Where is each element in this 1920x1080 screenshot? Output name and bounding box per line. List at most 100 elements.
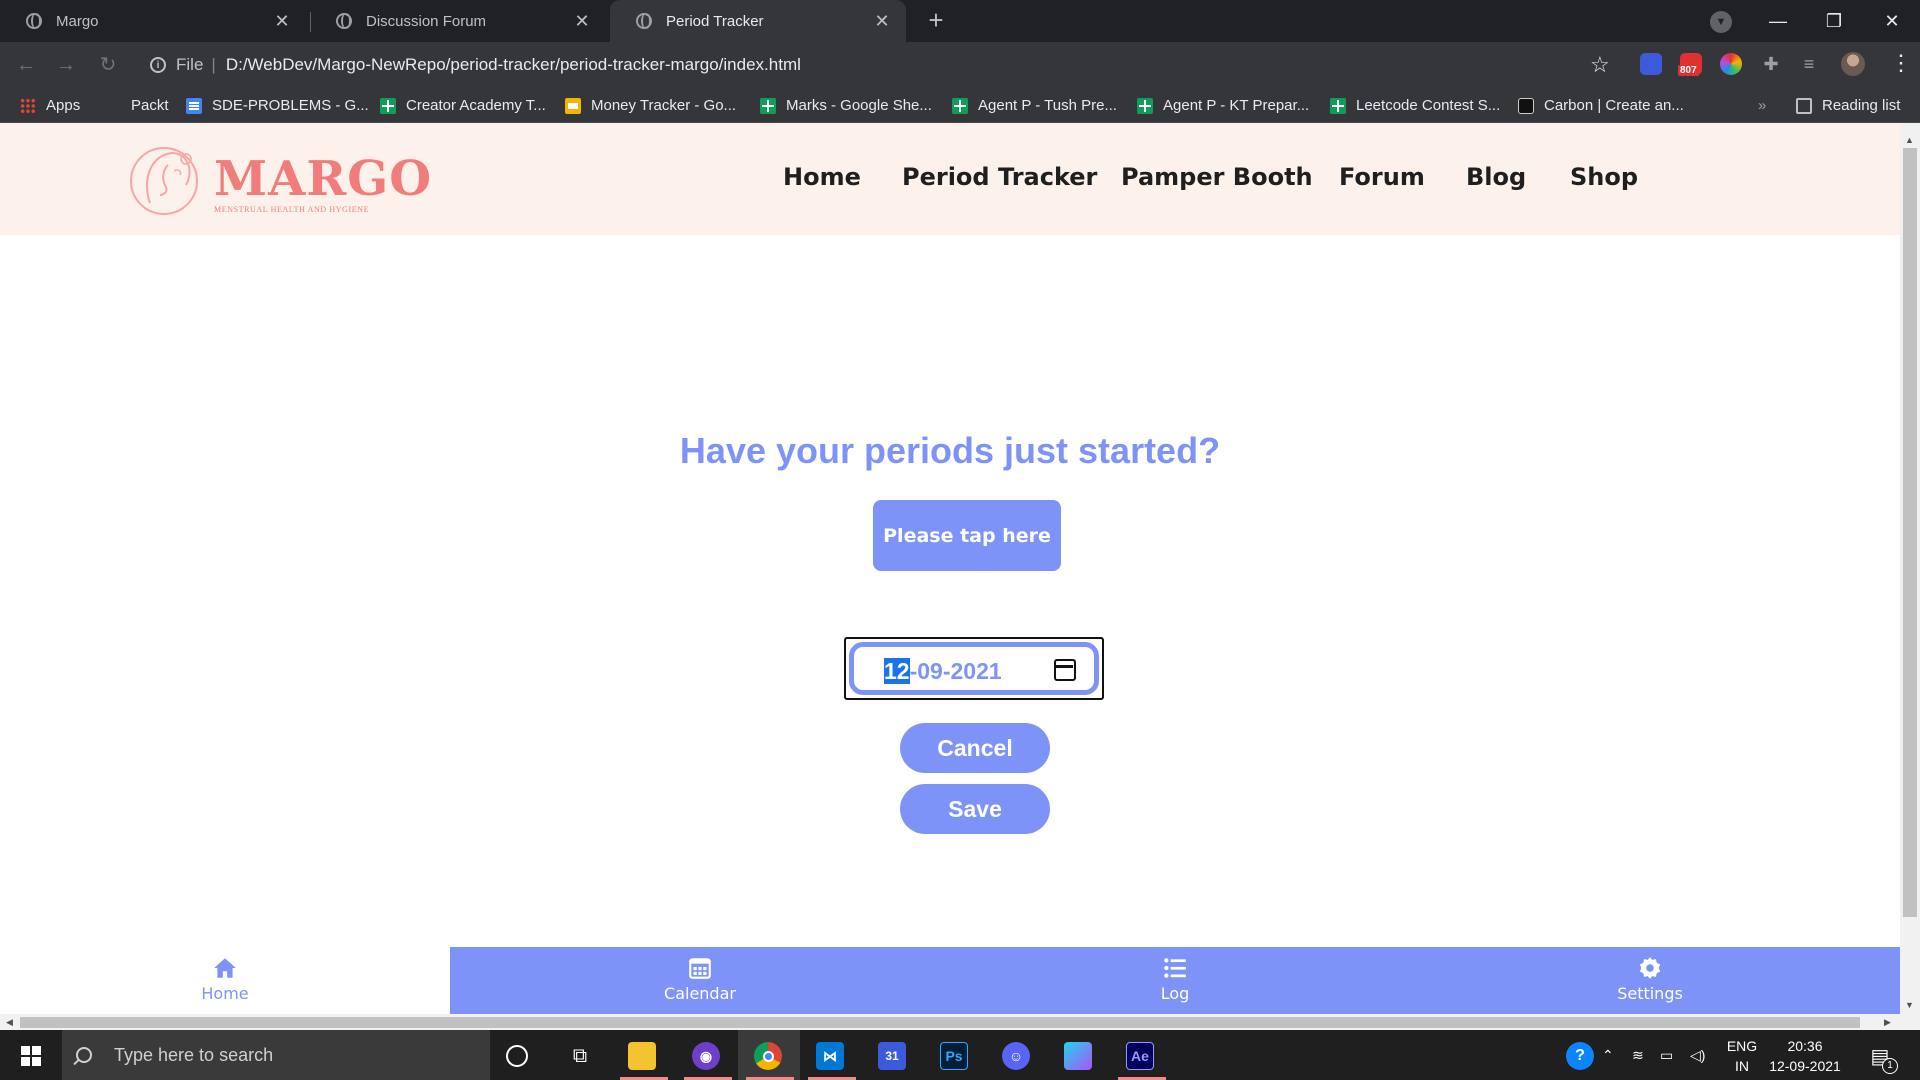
wifi-icon[interactable]: ≋	[1632, 1030, 1644, 1080]
date-rest-segment[interactable]: -09-2021	[910, 658, 1002, 684]
help-icon[interactable]: ?	[1566, 1042, 1594, 1070]
minimize-icon[interactable]: —	[1750, 0, 1806, 42]
restore-icon[interactable]: ❐	[1806, 0, 1862, 42]
google-sheets-icon	[760, 97, 776, 114]
bookmark-marks[interactable]: Marks - Google She...	[760, 88, 932, 123]
bookmark-leetcode-contest[interactable]: Leetcode Contest S...	[1330, 88, 1500, 123]
bookmark-apps[interactable]: Apps	[20, 88, 80, 123]
photoshop-icon[interactable]: Ps	[940, 1042, 968, 1070]
save-button[interactable]: Save	[900, 784, 1050, 834]
bookmark-label: Packt	[131, 97, 169, 114]
google-sheets-icon	[1330, 97, 1346, 114]
language-indicator[interactable]: ENG IN	[1722, 1036, 1762, 1076]
profile-avatar[interactable]	[1841, 52, 1865, 76]
nav-forum[interactable]: Forum	[1339, 163, 1425, 191]
close-tab-icon[interactable]: ✕	[872, 11, 892, 32]
nav-shop[interactable]: Shop	[1570, 163, 1638, 191]
color-picker-extension-icon[interactable]	[1720, 53, 1742, 75]
bottom-tab-label: Settings	[1617, 984, 1683, 1003]
logo-tagline: MENSTRUAL HEALTH AND HYGIENE	[214, 205, 370, 214]
bookmarks-bar: Apps Packt SDE-PROBLEMS - G... Creator A…	[0, 88, 1920, 123]
browser-tab-margo[interactable]: Margo ✕	[0, 0, 306, 42]
bookmark-carbon[interactable]: Carbon | Create an...	[1518, 88, 1684, 123]
browser-menu-icon[interactable]: ⋮	[1890, 50, 1912, 76]
vscode-icon[interactable]: ⋈	[816, 1042, 844, 1070]
nav-pamper-booth[interactable]: Pamper Booth	[1121, 163, 1313, 191]
cortana-icon[interactable]	[506, 1045, 528, 1067]
vertical-scrollbar-thumb[interactable]	[1903, 148, 1917, 917]
scroll-up-arrow-icon[interactable]: ▲	[1905, 135, 1914, 145]
browser-toolbar: ← → ↻ i File | D:/WebDev/Margo-NewRepo/p…	[0, 42, 1920, 88]
calendar-app-icon[interactable]: 31	[878, 1042, 906, 1070]
period-start-date-input[interactable]: 12-09-2021	[849, 642, 1099, 695]
address-bar[interactable]: i File | D:/WebDev/Margo-NewRepo/period-…	[136, 48, 1606, 82]
nav-period-tracker[interactable]: Period Tracker	[902, 163, 1097, 191]
reload-icon[interactable]: ↻	[94, 51, 122, 79]
bookmark-star-icon[interactable]: ☆	[1590, 52, 1610, 78]
nav-blog[interactable]: Blog	[1466, 163, 1526, 191]
browser-tab-discussion-forum[interactable]: Discussion Forum ✕	[310, 0, 606, 42]
scroll-down-arrow-icon[interactable]: ▼	[1905, 1000, 1914, 1010]
tab-title: Period Tracker	[666, 12, 764, 30]
date-input-focus-ring: 12-09-2021	[844, 637, 1104, 700]
chrome-icon[interactable]	[754, 1042, 782, 1070]
bottom-tab-settings[interactable]: Settings	[1570, 947, 1730, 1014]
file-explorer-icon[interactable]	[628, 1042, 656, 1070]
extension-badge-icon[interactable]: 807	[1678, 53, 1702, 76]
github-desktop-icon[interactable]: ◉	[692, 1042, 720, 1070]
task-view-icon[interactable]: ⧉	[566, 1042, 594, 1070]
bottom-tab-log[interactable]: Log	[1095, 947, 1255, 1014]
bookmark-agent-p-tush[interactable]: Agent P - Tush Pre...	[952, 88, 1117, 123]
volume-icon[interactable]: ◁)	[1690, 1030, 1705, 1080]
extension-icon[interactable]	[1640, 53, 1662, 75]
bottom-tab-calendar[interactable]: Calendar	[620, 947, 780, 1014]
after-effects-icon[interactable]: Ae	[1126, 1042, 1154, 1070]
info-icon[interactable]: i	[150, 57, 166, 73]
tab-title: Margo	[56, 12, 99, 30]
calendar-picker-icon[interactable]	[1054, 659, 1076, 681]
globe-icon	[636, 13, 652, 29]
app-icon[interactable]	[1064, 1042, 1092, 1070]
system-clock[interactable]: 20:36 12-09-2021	[1760, 1036, 1850, 1076]
bookmark-agent-p-kt[interactable]: Agent P - KT Prepar...	[1137, 88, 1309, 123]
nav-home[interactable]: Home	[783, 163, 861, 191]
carbon-icon	[1518, 97, 1534, 114]
google-docs-icon	[186, 97, 202, 114]
tap-here-button[interactable]: Please tap here	[873, 500, 1061, 571]
show-hidden-icons-icon[interactable]: ⌃	[1602, 1030, 1614, 1080]
puzzle-icon[interactable]: ✚	[1760, 53, 1782, 75]
scroll-right-arrow-icon[interactable]: ▶	[1884, 1017, 1891, 1028]
bottom-tab-home[interactable]: Home	[145, 947, 305, 1014]
tab-search-icon[interactable]: ▼	[1710, 11, 1732, 33]
gear-icon	[1639, 957, 1661, 979]
cancel-button[interactable]: Cancel	[900, 723, 1050, 773]
close-tab-icon[interactable]: ✕	[572, 11, 592, 32]
forward-icon[interactable]: →	[52, 51, 80, 79]
clock-date: 12-09-2021	[1769, 1058, 1841, 1074]
taskbar-search-box[interactable]: Type here to search	[62, 1030, 490, 1080]
url-text: D:/WebDev/Margo-NewRepo/period-tracker/p…	[225, 55, 801, 74]
bookmark-creator-academy[interactable]: Creator Academy T...	[380, 88, 546, 123]
bookmarks-overflow[interactable]: »	[1758, 88, 1766, 123]
close-window-icon[interactable]: ✕	[1864, 0, 1920, 42]
bookmark-label: Leetcode Contest S...	[1356, 97, 1501, 114]
scroll-left-arrow-icon[interactable]: ◀	[6, 1017, 13, 1028]
horizontal-scrollbar-thumb[interactable]	[20, 1017, 1860, 1028]
browser-tab-period-tracker[interactable]: Period Tracker ✕	[610, 0, 906, 42]
bookmark-label: Creator Academy T...	[406, 97, 546, 114]
reading-list-button[interactable]: Reading list	[1796, 88, 1900, 123]
bookmark-sde-problems[interactable]: SDE-PROBLEMS - G...	[186, 88, 369, 123]
media-controls-icon[interactable]: ≡	[1798, 53, 1820, 75]
discord-icon[interactable]: ☺	[1002, 1042, 1030, 1070]
date-day-segment[interactable]: 12	[884, 658, 910, 684]
bookmark-money-tracker[interactable]: Money Tracker - Go...	[565, 88, 736, 123]
google-sheets-icon	[380, 97, 396, 114]
home-icon	[214, 958, 236, 978]
margo-logo[interactable]: MARGO MENSTRUAL HEALTH AND HYGIENE	[128, 141, 431, 221]
bookmark-packt[interactable]: Packt	[131, 88, 169, 123]
battery-icon[interactable]: ▭	[1660, 1030, 1673, 1080]
new-tab-button[interactable]: +	[922, 7, 950, 35]
windows-start-icon[interactable]	[21, 1046, 41, 1066]
back-icon[interactable]: ←	[12, 51, 40, 79]
close-tab-icon[interactable]: ✕	[272, 11, 292, 32]
